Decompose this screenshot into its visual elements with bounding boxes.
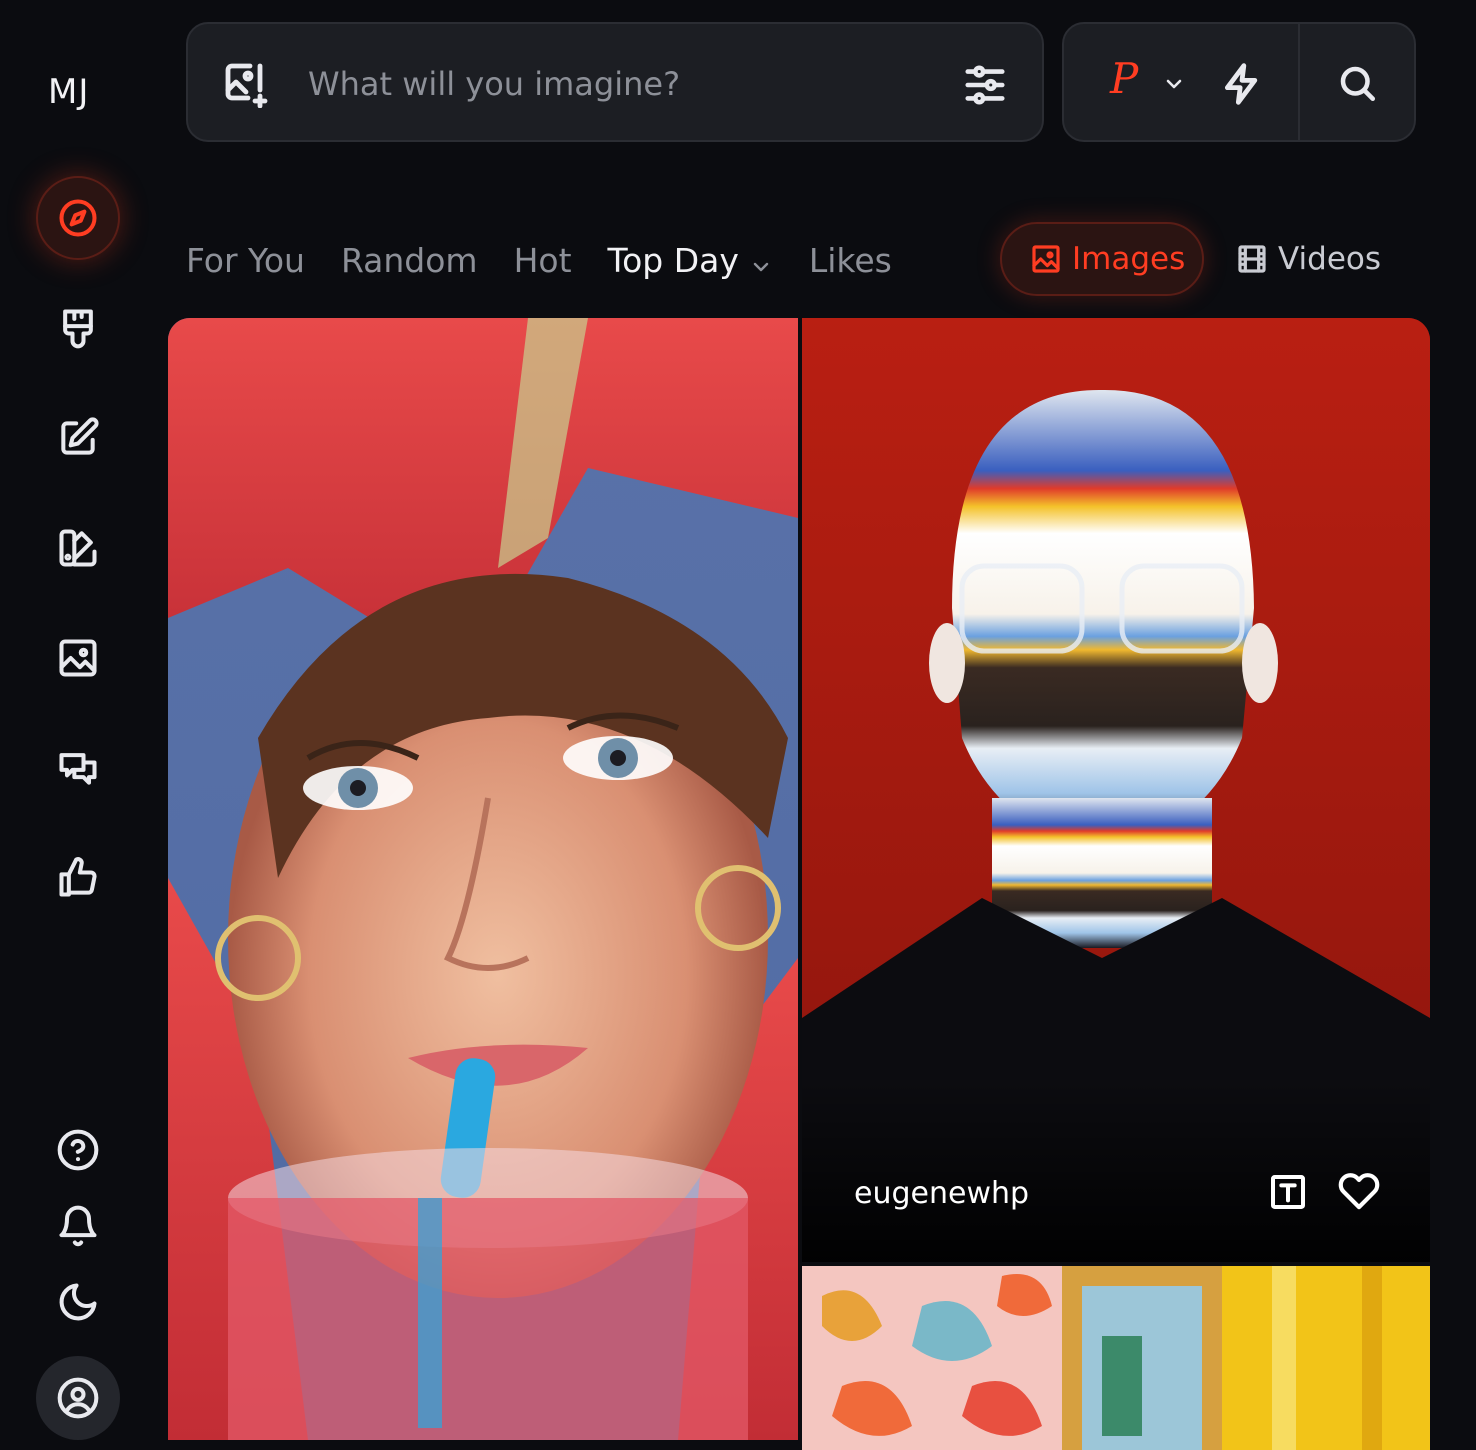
speed-button[interactable]	[1220, 62, 1264, 106]
settings-button[interactable]	[962, 62, 1008, 108]
sliders-icon	[965, 65, 1005, 105]
tab-for-you[interactable]: For You	[186, 241, 305, 280]
card-footer: eugenewhp	[802, 1132, 1430, 1262]
edit-icon	[61, 417, 99, 455]
divider	[1298, 24, 1300, 140]
image-icon	[59, 639, 97, 677]
tab-label: Random	[340, 240, 478, 280]
image-add-icon	[225, 63, 268, 109]
artwork-image	[168, 318, 798, 1440]
sidebar-item-tasks[interactable]	[36, 836, 120, 920]
chevron-down-icon	[1166, 79, 1182, 89]
videos-filter-button[interactable]: Videos	[1236, 222, 1381, 296]
paintbrush-icon	[63, 309, 93, 349]
search-icon	[1340, 66, 1376, 102]
card-author[interactable]: eugenewhp	[854, 1176, 1029, 1211]
compass-icon	[59, 199, 97, 237]
mode-dropdown[interactable]	[1162, 72, 1186, 96]
notifications-button[interactable]	[36, 1184, 120, 1268]
thumbs-up-icon	[59, 857, 97, 897]
tab-hot[interactable]: Hot	[514, 241, 572, 280]
add-image-button[interactable]	[222, 60, 270, 109]
prompt-input[interactable]	[308, 54, 928, 114]
profile-icon	[57, 1377, 99, 1419]
personalization-toggle[interactable]: P	[1110, 54, 1138, 103]
artwork-image	[802, 1266, 1430, 1450]
bell-icon	[59, 1205, 97, 1247]
sidebar-item-edit[interactable]	[36, 396, 120, 480]
app-logo[interactable]: MJ	[48, 72, 89, 112]
chevron-down-icon	[749, 248, 773, 272]
text-icon	[1271, 1175, 1305, 1209]
profile-button[interactable]	[36, 1356, 120, 1440]
theme-toggle-button[interactable]	[36, 1260, 120, 1344]
sidebar-item-organize[interactable]	[36, 616, 120, 700]
sidebar: MJ	[0, 0, 156, 1450]
prompt-bar	[186, 22, 1044, 142]
gallery-card[interactable]: eugenewhp	[802, 318, 1430, 1262]
tab-label: For You	[186, 240, 305, 280]
feed-tabs: For You Random Hot Top Day Likes	[186, 232, 928, 288]
help-icon	[57, 1129, 99, 1171]
image-icon	[1032, 245, 1060, 273]
mode-controls: P	[1062, 22, 1416, 142]
text-prompt-button[interactable]	[1268, 1172, 1308, 1212]
help-button[interactable]	[36, 1108, 120, 1192]
tab-label: Likes	[808, 240, 892, 280]
moon-icon	[59, 1283, 97, 1321]
sidebar-item-chat[interactable]	[36, 726, 120, 810]
search-button[interactable]	[1336, 62, 1378, 104]
tab-random[interactable]: Random	[341, 241, 478, 280]
gallery-card[interactable]	[168, 318, 798, 1440]
images-label: Images	[1072, 241, 1186, 277]
tab-label: Hot	[513, 240, 572, 280]
tab-top-day[interactable]: Top Day	[608, 241, 773, 280]
palette-icon	[59, 529, 97, 567]
lightning-icon	[1224, 63, 1258, 105]
chat-icon	[59, 753, 97, 785]
heart-icon	[1338, 1173, 1380, 1210]
gallery-card[interactable]	[802, 1266, 1430, 1450]
images-filter-button[interactable]: Images	[1000, 222, 1204, 296]
like-button[interactable]	[1338, 1170, 1380, 1212]
sidebar-item-create[interactable]	[36, 286, 120, 370]
tab-likes[interactable]: Likes	[809, 241, 892, 280]
sidebar-item-explore[interactable]	[36, 176, 120, 260]
artwork-image	[802, 318, 1430, 1262]
tab-label: Top Day	[607, 240, 739, 280]
film-icon	[1238, 245, 1266, 273]
videos-label: Videos	[1278, 241, 1382, 277]
sidebar-item-personalize[interactable]	[36, 506, 120, 590]
